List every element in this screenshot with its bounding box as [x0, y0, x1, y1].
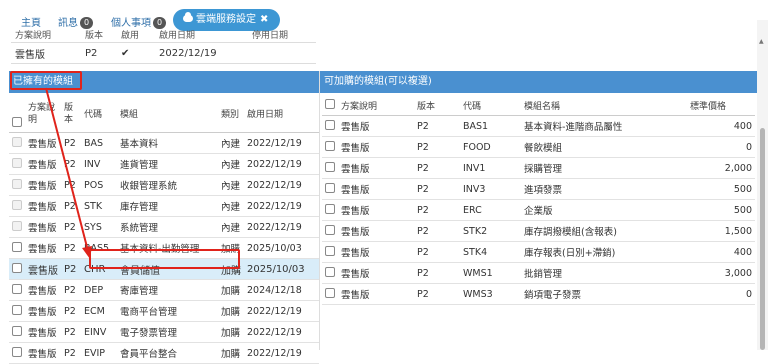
annotation-arrow — [45, 87, 92, 259]
